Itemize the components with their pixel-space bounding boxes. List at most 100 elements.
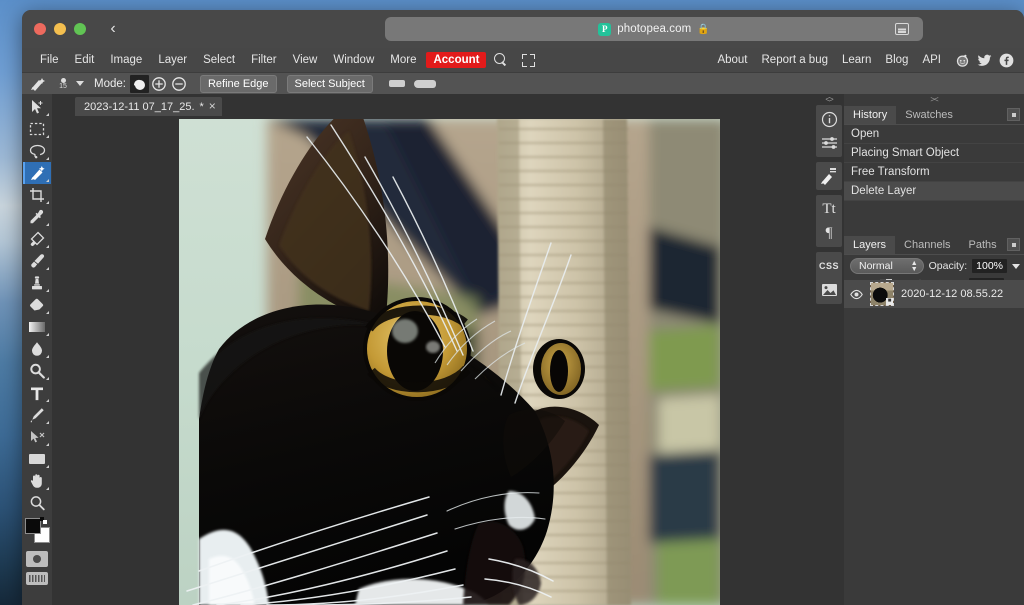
layer-name[interactable]: 2020-12-12 08.55.22 — [901, 288, 1003, 300]
eyedropper-tool[interactable] — [23, 206, 51, 228]
clone-stamp-tool[interactable] — [23, 272, 51, 294]
quick-mask-icon[interactable] — [26, 551, 48, 567]
mode-label: Mode: — [94, 78, 126, 90]
fullscreen-icon[interactable] — [522, 54, 535, 67]
photopea-favicon-icon: P — [598, 23, 611, 36]
browser-back-button[interactable]: ‹ — [104, 20, 122, 38]
blend-mode-stepper-icon[interactable]: ▲▼ — [911, 261, 918, 273]
refine-edge-button[interactable]: Refine Edge — [200, 75, 277, 93]
cat-photo[interactable] — [179, 119, 720, 605]
twitter-icon[interactable] — [977, 53, 992, 68]
link-api[interactable]: API — [915, 52, 948, 68]
adjustments-icon[interactable] — [816, 131, 842, 155]
blur-tool[interactable] — [23, 338, 51, 360]
address-bar[interactable]: P photopea.com 🔒 — [385, 17, 923, 41]
document-tab-close-icon[interactable]: × — [209, 101, 216, 112]
facebook-icon[interactable] — [999, 53, 1014, 68]
menu-item-filter[interactable]: Filter — [243, 52, 285, 68]
menu-item-select[interactable]: Select — [195, 52, 243, 68]
opacity-value[interactable]: 100% — [972, 259, 1007, 273]
window-minimize-button[interactable] — [54, 23, 66, 35]
layer-thumbnail[interactable]: ■ — [870, 282, 894, 306]
search-icon[interactable] — [494, 53, 508, 67]
rail-collapse-handle[interactable]: <> — [825, 94, 832, 105]
tab-channels[interactable]: Channels — [895, 236, 959, 254]
spot-healing-brush-tool[interactable] — [23, 228, 51, 250]
rail-group-misc: CSS — [816, 252, 842, 304]
reader-view-icon[interactable] — [895, 23, 909, 35]
brush-size-picker[interactable]: 15 — [50, 74, 76, 94]
screen-mode-icon[interactable] — [26, 572, 48, 585]
hand-tool[interactable] — [23, 470, 51, 492]
table-row[interactable]: ■ 2020-12-12 08.55.22 — [844, 280, 1024, 308]
menu-item-more[interactable]: More — [382, 52, 424, 68]
slider-large-icon[interactable] — [414, 80, 436, 88]
character-icon[interactable]: Tt — [816, 197, 842, 221]
quick-selection-tool-icon[interactable] — [28, 75, 50, 93]
brush-presets-icon[interactable] — [816, 164, 842, 188]
menu-item-layer[interactable]: Layer — [150, 52, 195, 68]
select-subject-button[interactable]: Select Subject — [287, 75, 373, 93]
history-entry-open[interactable]: Open — [844, 125, 1024, 144]
tab-paths[interactable]: Paths — [960, 236, 1006, 254]
brush-dropdown-caret-icon[interactable] — [76, 81, 84, 86]
history-entry-delete-layer[interactable]: Delete Layer — [844, 182, 1024, 201]
link-learn[interactable]: Learn — [835, 52, 878, 68]
tab-swatches[interactable]: Swatches — [896, 106, 962, 124]
dodge-tool[interactable] — [23, 360, 51, 382]
panels-stack: >< History Swatches Open Placing Smart O… — [844, 94, 1024, 605]
lasso-tool[interactable] — [23, 140, 51, 162]
opacity-dropdown-caret-icon[interactable] — [1012, 264, 1020, 269]
menu-item-window[interactable]: Window — [325, 52, 382, 68]
foreground-color-swatch[interactable] — [25, 518, 41, 534]
history-panel-handle[interactable]: >< — [844, 94, 1024, 105]
history-entry-placing-smart-object[interactable]: Placing Smart Object — [844, 144, 1024, 163]
menu-item-file[interactable]: File — [32, 52, 67, 68]
rectangular-marquee-tool[interactable] — [23, 118, 51, 140]
shape-tool[interactable] — [23, 448, 51, 470]
menu-item-edit[interactable]: Edit — [67, 52, 103, 68]
eraser-tool[interactable] — [23, 294, 51, 316]
paragraph-icon[interactable]: ¶ — [816, 221, 842, 245]
window-close-button[interactable] — [34, 23, 46, 35]
rail-group-text: Tt ¶ — [816, 195, 842, 247]
mode-add-to-selection-button[interactable] — [150, 75, 169, 93]
mode-new-selection-button[interactable] — [130, 75, 149, 93]
mode-subtract-from-selection-button[interactable] — [170, 75, 189, 93]
move-tool[interactable] — [23, 96, 51, 118]
path-selection-tool[interactable] — [23, 426, 51, 448]
brush-tool[interactable] — [23, 250, 51, 272]
menu-item-image[interactable]: Image — [102, 52, 150, 68]
layers-panel-menu-icon[interactable] — [1007, 238, 1020, 251]
slider-small-icon[interactable] — [389, 80, 405, 87]
reddit-icon[interactable] — [955, 53, 970, 68]
blend-mode-select[interactable]: Normal ▲▼ — [850, 258, 924, 274]
tab-layers[interactable]: Layers — [844, 236, 895, 254]
gradient-tool[interactable] — [23, 316, 51, 338]
quick-selection-tool[interactable] — [23, 162, 51, 184]
image-icon[interactable] — [816, 278, 842, 302]
color-swatches[interactable] — [23, 517, 51, 547]
zoom-tool[interactable] — [23, 492, 51, 514]
link-blog[interactable]: Blog — [878, 52, 915, 68]
info-icon[interactable] — [816, 107, 842, 131]
history-panel-menu-icon[interactable] — [1007, 108, 1020, 121]
document-tab[interactable]: 2023-12-11 07_17_25. * × — [75, 97, 222, 116]
canvas-viewport[interactable] — [179, 119, 720, 605]
history-entry-free-transform[interactable]: Free Transform — [844, 163, 1024, 182]
window-maximize-button[interactable] — [74, 23, 86, 35]
type-tool[interactable] — [23, 382, 51, 404]
crop-tool[interactable] — [23, 184, 51, 206]
css-icon[interactable]: CSS — [816, 254, 842, 278]
link-about[interactable]: About — [710, 52, 754, 68]
pen-tool[interactable] — [23, 404, 51, 426]
photopea-menu-bar: File Edit Image Layer Select Filter View… — [22, 48, 1024, 72]
account-button[interactable]: Account — [426, 52, 486, 68]
link-report-a-bug[interactable]: Report a bug — [755, 52, 836, 68]
menu-item-view[interactable]: View — [285, 52, 326, 68]
tab-history[interactable]: History — [844, 106, 896, 124]
layer-list: ■ 2020-12-12 08.55.22 — [844, 280, 1024, 605]
default-colors-icon[interactable] — [40, 517, 47, 524]
layer-visibility-icon[interactable] — [850, 288, 863, 301]
opacity-label: Opacity: — [929, 260, 968, 272]
